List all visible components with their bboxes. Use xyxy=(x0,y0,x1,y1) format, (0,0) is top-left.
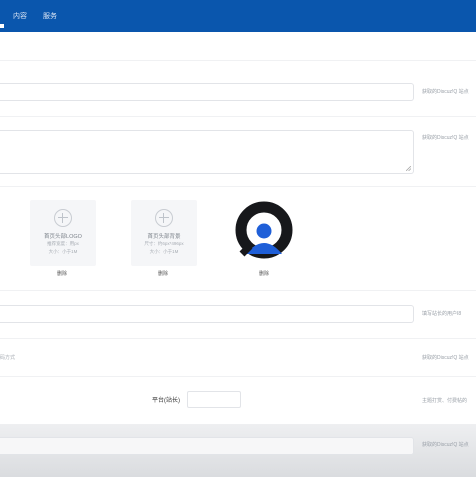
field-hint: 获取的Discuz!Q 站点 xyxy=(422,89,469,95)
row-divider xyxy=(0,338,476,339)
upload-spec: 大小：小于1M xyxy=(149,249,179,254)
uploaded-image-preview[interactable] xyxy=(232,200,296,264)
field-hint: 获取的Discuz!Q 站点 xyxy=(422,442,469,448)
top-nav-bar: 内容 服务 xyxy=(0,0,476,32)
row-divider xyxy=(0,186,476,187)
search-user-logo-icon xyxy=(235,201,293,259)
logo-upload-box[interactable]: 首页头部LOGO 推荐宽度：用px 大小：小于1M xyxy=(30,200,96,266)
field-hint: 获取的Discuz!Q 站点 xyxy=(422,135,469,141)
field-hint: 主题打赏、付费帖的 xyxy=(422,398,468,404)
upload-spec: 推荐宽度：用px xyxy=(47,241,79,246)
row-divider xyxy=(0,60,476,61)
site-name-input[interactable] xyxy=(0,83,414,101)
upload-title: 首页头部LOGO xyxy=(44,234,82,240)
field-hint: 获取的Discuz!Q 站点 xyxy=(422,355,469,361)
admin-id-input[interactable] xyxy=(0,305,414,323)
platform-ratio-input[interactable] xyxy=(187,391,241,408)
delete-image-link[interactable]: 删除 xyxy=(259,270,269,277)
nav-item-service[interactable]: 服务 xyxy=(43,11,57,21)
resize-handle-icon[interactable] xyxy=(406,166,411,171)
upload-title: 首页头部背景 xyxy=(147,234,181,240)
plus-icon xyxy=(155,209,173,227)
field-hint: 填写站长的用户I8 xyxy=(422,311,462,317)
row-divider xyxy=(0,376,476,377)
row-divider xyxy=(0,116,476,117)
upload-spec: 尺寸：约6px*496px xyxy=(144,241,184,246)
row-divider xyxy=(0,290,476,291)
delete-logo-link[interactable]: 删除 xyxy=(57,270,67,277)
site-intro-textarea[interactable] xyxy=(0,130,414,174)
nav-item-content[interactable]: 内容 xyxy=(13,11,27,21)
upload-spec: 大小：小于1M xyxy=(48,249,78,254)
delete-background-link[interactable]: 删除 xyxy=(158,270,168,277)
mode-label-fragment: 码方式 xyxy=(0,355,16,361)
plus-icon xyxy=(54,209,72,227)
platform-label: 平台(站长) xyxy=(152,398,180,404)
active-nav-indicator xyxy=(0,24,4,28)
background-upload-box[interactable]: 首页头部背景 尺寸：约6px*496px 大小：小于1M xyxy=(131,200,197,266)
bottom-input[interactable] xyxy=(0,437,414,455)
